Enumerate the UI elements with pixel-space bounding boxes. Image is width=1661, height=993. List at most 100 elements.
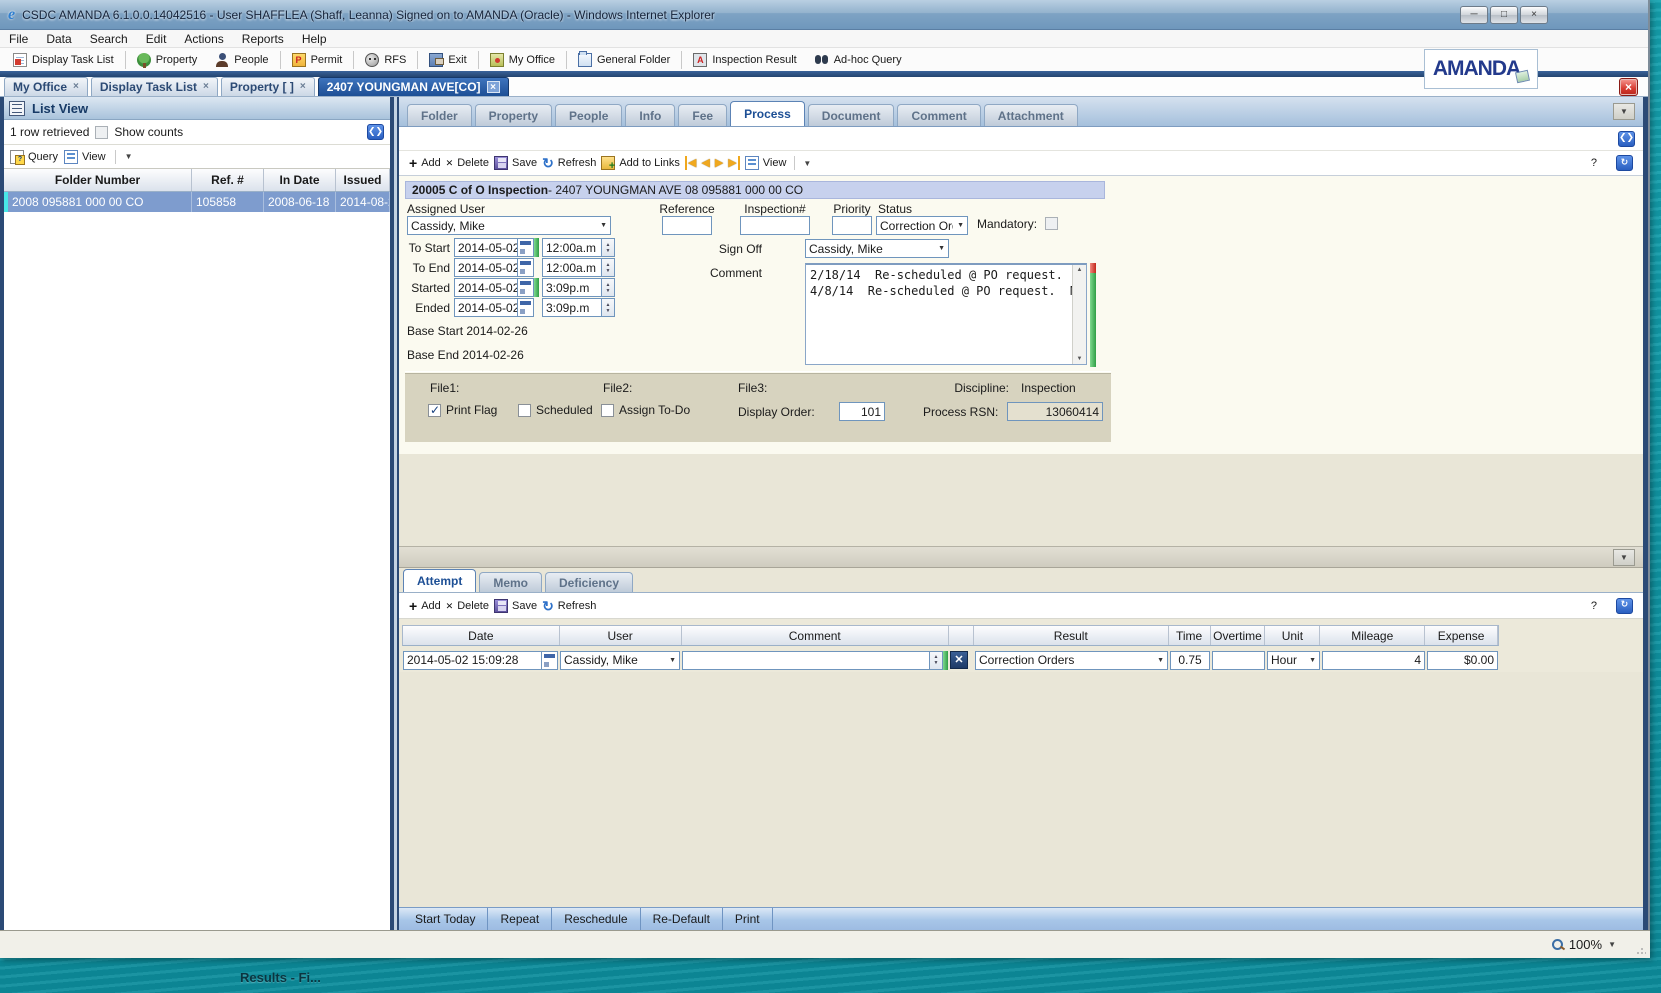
calendar-icon[interactable] [542,651,558,670]
last-record-icon[interactable]: ▶ [728,156,739,170]
to-start-time-input[interactable]: 12:00a.m [542,238,602,257]
attempt-date-input[interactable]: 2014-05-02 15:09:28 [403,651,542,670]
col-issued[interactable]: Issued [336,169,390,191]
delete-button[interactable]: ×Delete [446,599,489,613]
sign-off-select[interactable]: Cassidy, Mike [805,239,949,258]
tab-people[interactable]: People [555,104,622,126]
tab-close-icon[interactable]: × [487,81,500,93]
show-counts-checkbox[interactable] [95,126,108,139]
attempt-unit-select[interactable]: Hour [1267,651,1320,670]
collapse-bottom-icon[interactable]: ▼ [1613,549,1635,566]
query-button[interactable]: Query [10,150,58,164]
col-in-date[interactable]: In Date [264,169,336,191]
general-folder-button[interactable]: General Folder [569,49,679,70]
col-unit[interactable]: Unit [1265,626,1320,645]
refresh-panel-icon[interactable]: ↻ [1616,155,1633,171]
ended-date-input[interactable]: 2014-05-02 [454,298,518,317]
calendar-icon[interactable] [518,258,534,277]
scheduled-checkbox[interactable] [518,404,531,417]
add-button[interactable]: +Add [409,599,441,613]
time-spinner[interactable]: ▲▼ [602,278,615,297]
close-workspace-icon[interactable]: × [1619,78,1638,96]
view-button[interactable]: View [745,156,787,170]
permit-button[interactable]: PPermit [283,49,352,70]
started-date-input[interactable]: 2014-05-02 [454,278,518,297]
col-user[interactable]: User [560,626,682,645]
property-button[interactable]: Property [128,49,207,70]
col-comment[interactable]: Comment [682,626,950,645]
tab-attachment[interactable]: Attachment [984,104,1078,126]
scroll-up-icon[interactable]: ▲ [1077,267,1083,273]
re-default-button[interactable]: Re-Default [641,908,723,930]
col-folder-number[interactable]: Folder Number [4,169,192,191]
maximize-button[interactable]: □ [1490,6,1518,24]
people-button[interactable]: People [206,49,277,70]
tab-display-task-list[interactable]: Display Task List× [91,77,218,96]
table-row[interactable]: 2008 095881 000 00 CO 105858 2008-06-18 … [4,192,390,212]
menu-search[interactable]: Search [81,32,137,46]
tab-my-office[interactable]: My Office× [4,77,88,96]
col-mileage[interactable]: Mileage [1320,626,1425,645]
print-button[interactable]: Print [723,908,773,930]
reference-input[interactable] [662,216,712,235]
tab-overflow-icon[interactable]: ▼ [1613,103,1635,120]
tab-close-icon[interactable]: × [73,82,79,92]
display-order-input[interactable]: 101 [839,402,885,421]
col-expense[interactable]: Expense [1425,626,1498,645]
view-button[interactable]: View [64,150,106,164]
help-link[interactable]: ? [1591,157,1597,169]
tab-close-icon[interactable]: × [203,82,209,92]
tab-process[interactable]: Process [730,101,805,126]
col-time[interactable]: Time [1169,626,1211,645]
previous-record-icon[interactable]: ◀ [701,156,709,170]
tab-folder-2407-youngman[interactable]: 2407 YOUNGMAN AVE[CO]× [318,77,509,96]
time-spinner[interactable]: ▲▼ [602,258,615,277]
mandatory-checkbox[interactable] [1045,217,1058,230]
col-result[interactable]: Result [974,626,1169,645]
reschedule-button[interactable]: Reschedule [552,908,640,930]
view-dropdown-icon[interactable]: ▼ [125,152,133,161]
comment-textarea[interactable]: 2/18/14 Re-scheduled @ PO request. MC 4/… [805,263,1087,365]
attempt-result-select[interactable]: Correction Orders [975,651,1168,670]
collapse-panel-icon[interactable]: ❮❯ [367,124,384,140]
menu-reports[interactable]: Reports [233,32,293,46]
repeat-button[interactable]: Repeat [488,908,552,930]
calendar-icon[interactable] [518,238,534,257]
calendar-icon[interactable] [518,278,534,297]
add-button[interactable]: +Add [409,156,441,170]
save-button[interactable]: Save [494,599,537,613]
tab-fee[interactable]: Fee [678,104,727,126]
refresh-button[interactable]: ↻Refresh [542,599,596,613]
refresh-button[interactable]: ↻Refresh [542,156,596,170]
priority-input[interactable] [832,216,872,235]
comment-spinner[interactable]: ▲▼ [930,651,943,670]
col-ref[interactable]: Ref. # [192,169,264,191]
attempt-time-input[interactable]: 0.75 [1170,651,1210,670]
scroll-down-icon[interactable]: ▼ [1077,356,1083,362]
tab-folder[interactable]: Folder [407,104,472,126]
assign-todo-checkbox[interactable] [601,404,614,417]
exit-button[interactable]: Exit [420,49,475,70]
col-date[interactable]: Date [403,626,560,645]
rfs-button[interactable]: RFS [356,49,415,70]
next-record-icon[interactable]: ▶ [715,156,723,170]
tab-info[interactable]: Info [625,104,675,126]
attempt-mileage-input[interactable]: 4 [1322,651,1425,670]
minimize-button[interactable]: ─ [1460,6,1488,24]
refresh-panel-icon[interactable]: ↻ [1616,598,1633,614]
attempt-comment-input[interactable] [682,651,930,670]
attempt-user-select[interactable]: Cassidy, Mike [560,651,680,670]
menu-actions[interactable]: Actions [175,32,232,46]
tab-property[interactable]: Property [475,104,552,126]
zoom-dropdown-icon[interactable]: ▼ [1608,940,1616,949]
taskbar-item[interactable]: Results - Fi... [240,970,321,985]
first-record-icon[interactable]: ◀ [685,156,696,170]
menu-edit[interactable]: Edit [137,32,176,46]
adhoc-query-button[interactable]: Ad-hoc Query [806,49,911,70]
menu-help[interactable]: Help [293,32,336,46]
menu-data[interactable]: Data [37,32,80,46]
col-overtime[interactable]: Overtime [1211,626,1266,645]
comment-scrollbar[interactable]: ▲▼ [1072,265,1086,364]
assigned-user-select[interactable]: Cassidy, Mike [407,216,611,235]
view-dropdown-icon[interactable]: ▼ [803,159,811,168]
